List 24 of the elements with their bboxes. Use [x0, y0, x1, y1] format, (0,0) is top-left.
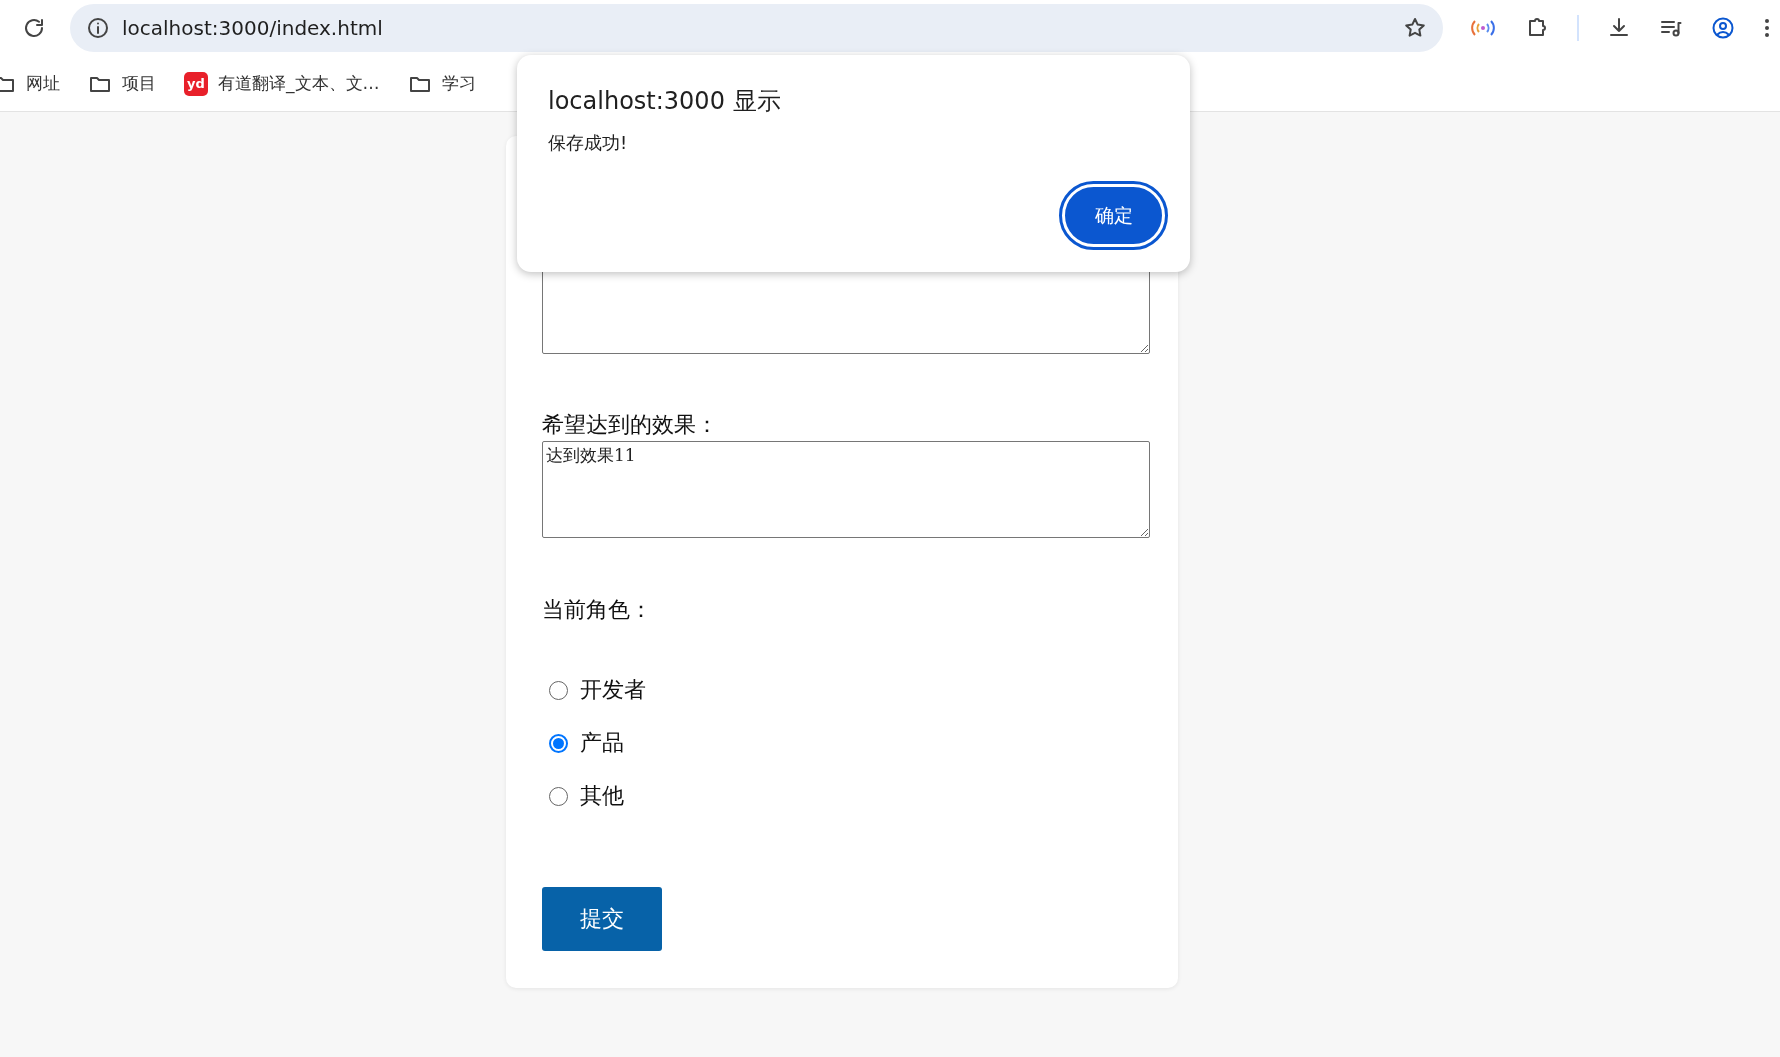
app-icon: yd: [184, 71, 208, 96]
radio-label[interactable]: 其他: [580, 781, 624, 811]
dialog-title: localhost:3000 显示: [548, 86, 782, 117]
star-icon[interactable]: [1403, 16, 1427, 40]
menu-icon[interactable]: [1763, 16, 1769, 40]
field-label: 当前角色：: [542, 596, 653, 624]
bookmark-link[interactable]: 学习: [441, 72, 476, 95]
dialog-message: 保存成功!: [548, 131, 629, 155]
radio-button[interactable]: [549, 733, 568, 753]
bookmark-link[interactable]: 项目: [122, 72, 156, 95]
submit-button[interactable]: 提交: [542, 887, 662, 951]
radio-button[interactable]: [549, 680, 568, 700]
field-label: 希望达到的效果：: [542, 411, 719, 439]
bookmark-link[interactable]: 网址: [26, 72, 60, 95]
radio-label[interactable]: 产品: [580, 728, 624, 758]
radio-label[interactable]: 开发者: [580, 675, 646, 705]
reload-icon[interactable]: [22, 16, 46, 40]
text-area[interactable]: 达到效果11: [542, 441, 1150, 538]
info-icon: [86, 16, 110, 40]
radio-button[interactable]: [549, 786, 568, 806]
profile-icon[interactable]: [1711, 16, 1735, 40]
ok-button[interactable]: 确定: [1062, 184, 1165, 247]
bookmark-link[interactable]: 有道翻译_文本、文…: [218, 72, 380, 95]
address-bar[interactable]: localhost:3000/index.html: [70, 4, 1443, 52]
